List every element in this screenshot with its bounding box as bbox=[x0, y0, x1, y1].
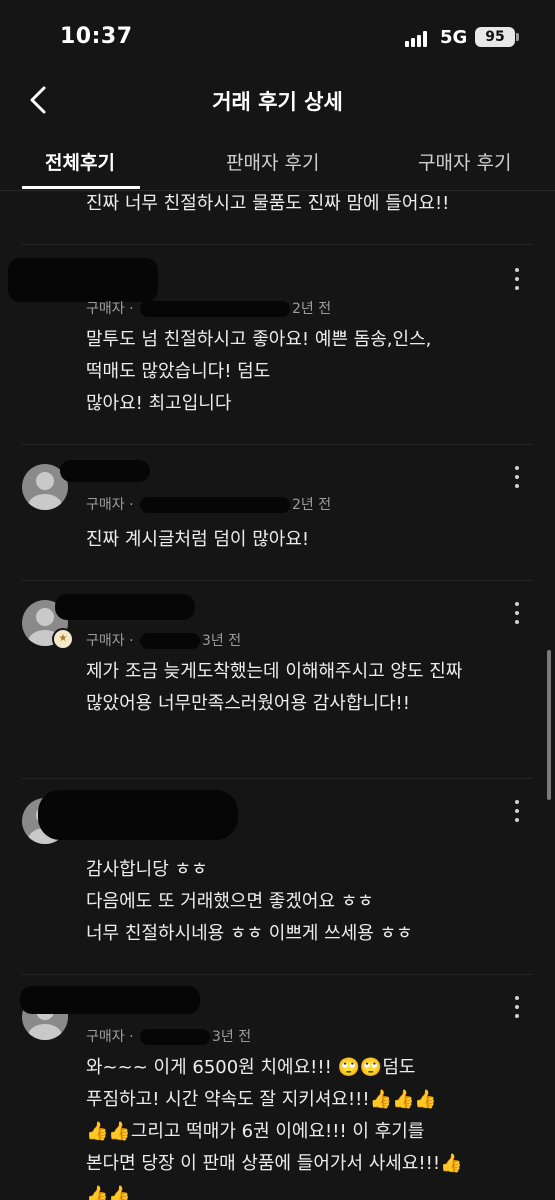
signal-icon bbox=[405, 31, 431, 47]
review-meta: 구매자 · 3년 전 bbox=[86, 1026, 251, 1046]
network-type: 5G bbox=[440, 27, 468, 48]
review-role: 구매자 · bbox=[86, 497, 138, 513]
review-text: 와~~~ 이게 6500원 치에요!!! 🙄🙄덤도 푸짐하고! 시간 약속도 잘… bbox=[86, 1057, 463, 1200]
review-item: 구매자 · 3년 전 와~~~ 이게 6500원 치에요!!! 🙄🙄덤도 푸짐하… bbox=[0, 976, 555, 1200]
review-role: 구매자 · bbox=[86, 633, 138, 649]
redacted-reviewer-name bbox=[60, 460, 150, 482]
more-options-button[interactable] bbox=[511, 996, 523, 1022]
review-date: 2년 전 bbox=[292, 497, 332, 513]
more-options-button[interactable] bbox=[511, 602, 523, 628]
review-text: 진짜 너무 친절하시고 물품도 진짜 맘에 들어요!! bbox=[86, 193, 450, 214]
redacted-reviewer-name bbox=[8, 258, 158, 302]
review-divider bbox=[22, 444, 532, 445]
review-divider bbox=[22, 580, 532, 581]
active-tab-indicator bbox=[22, 186, 140, 189]
review-text: 말투도 넘 친절하시고 좋아요! 예쁜 돔송,인스, 떡매도 많았습니다! 덤도… bbox=[86, 329, 432, 414]
review-divider bbox=[22, 244, 532, 245]
review-date: 3년 전 bbox=[202, 633, 242, 649]
review-item: ★ 구매자 · 3년 전 제가 조금 늦게도착했는데 이해해주시고 양도 진짜 … bbox=[0, 582, 555, 780]
redacted-meta bbox=[140, 1029, 210, 1045]
scrollbar[interactable] bbox=[547, 650, 551, 800]
review-text: 감사합니당 ㅎㅎ 다음에도 또 거래했으면 좋겠어요 ㅎㅎ 너무 친절하시네용 … bbox=[86, 859, 413, 944]
review-divider bbox=[22, 778, 532, 779]
review-item: 구매자 · 2년 전 말투도 넘 친절하시고 좋아요! 예쁜 돔송,인스, 떡매… bbox=[0, 246, 555, 446]
more-options-button[interactable] bbox=[511, 466, 523, 492]
review-item: 구매자 · 2년 전 진짜 계시글처럼 덤이 많아요! bbox=[0, 446, 555, 582]
page-title: 거래 후기 상세 bbox=[212, 90, 343, 114]
tab-seller-reviews[interactable]: 판매자 후기 bbox=[226, 148, 319, 175]
more-options-button[interactable] bbox=[511, 268, 523, 294]
review-role: 구매자 · bbox=[86, 301, 138, 317]
app-header: 거래 후기 상세 bbox=[0, 70, 555, 128]
review-meta: 구매자 · 2년 전 bbox=[86, 298, 331, 318]
redacted-meta bbox=[140, 497, 290, 513]
review-date: 2년 전 bbox=[292, 301, 332, 317]
review-divider bbox=[22, 974, 532, 975]
review-meta: 구매자 · 3년 전 bbox=[86, 630, 241, 650]
review-text: 진짜 계시글처럼 덤이 많아요! bbox=[86, 529, 310, 550]
tab-all-reviews[interactable]: 전체후기 bbox=[45, 148, 115, 175]
redacted-reviewer-name bbox=[38, 790, 238, 840]
review-tabs: 전체후기 판매자 후기 구매자 후기 bbox=[0, 136, 555, 191]
redacted-meta bbox=[140, 633, 200, 649]
tab-buyer-reviews[interactable]: 구매자 후기 bbox=[418, 148, 511, 175]
review-item: 감사합니당 ㅎㅎ 다음에도 또 거래했으면 좋겠어요 ㅎㅎ 너무 친절하시네용 … bbox=[0, 780, 555, 976]
more-options-button[interactable] bbox=[511, 800, 523, 826]
redacted-reviewer-name bbox=[55, 594, 195, 620]
status-time: 10:37 bbox=[60, 24, 133, 49]
seller-badge-icon: ★ bbox=[52, 628, 74, 650]
battery-tip bbox=[516, 33, 519, 41]
review-date: 3년 전 bbox=[212, 1029, 252, 1045]
review-list[interactable]: 진짜 너무 친절하시고 물품도 진짜 맘에 들어요!! 구매자 · 2년 전 말… bbox=[0, 190, 555, 1200]
review-item: 진짜 너무 친절하시고 물품도 진짜 맘에 들어요!! bbox=[0, 190, 555, 246]
redacted-reviewer-name bbox=[20, 986, 200, 1014]
status-bar: 10:37 5G 95 bbox=[0, 0, 555, 70]
review-text: 제가 조금 늦게도착했는데 이해해주시고 양도 진짜 많았어용 너무만족스러웠어… bbox=[86, 661, 463, 714]
battery-icon: 95 bbox=[475, 27, 515, 47]
review-role: 구매자 · bbox=[86, 1029, 138, 1045]
review-meta: 구매자 · 2년 전 bbox=[86, 494, 331, 514]
redacted-meta bbox=[140, 301, 290, 317]
